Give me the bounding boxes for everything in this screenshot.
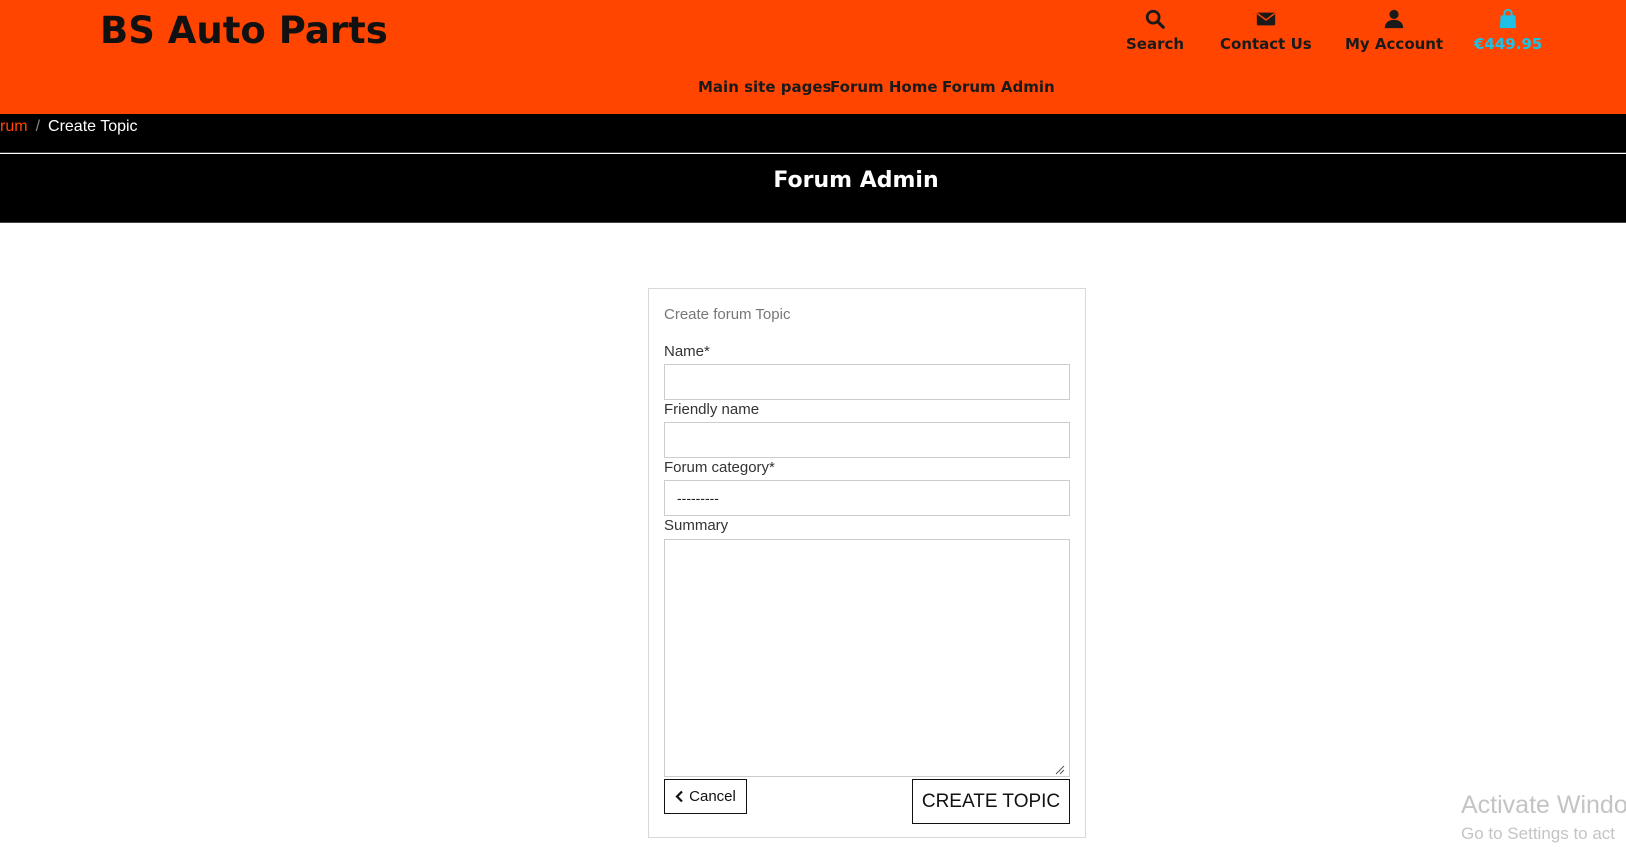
account-link-label: My Account [1345, 35, 1444, 53]
friendly-name-input[interactable] [664, 422, 1070, 458]
contact-link[interactable]: Contact Us [1220, 8, 1312, 53]
contact-link-label: Contact Us [1220, 35, 1312, 53]
chevron-left-icon [675, 790, 683, 803]
windows-activation-watermark: Activate Windo Go to Settings to act [1461, 791, 1626, 844]
envelope-icon [1256, 12, 1276, 26]
search-icon [1145, 9, 1165, 29]
nav-forum-admin[interactable]: Forum Admin [942, 78, 1055, 96]
cancel-button[interactable]: Cancel [664, 779, 747, 814]
nav-label: Main site pages [698, 78, 832, 96]
nav-forum-home[interactable]: Forum Home [830, 78, 938, 96]
account-link[interactable]: My Account [1345, 8, 1443, 53]
form-title: Create forum Topic [664, 306, 791, 323]
create-topic-button[interactable]: CREATE TOPIC [912, 779, 1070, 824]
watermark-line-1: Activate Windo [1461, 791, 1626, 819]
create-topic-form: Create forum Topic Name* Friendly name F… [648, 288, 1086, 838]
site-header: BS Auto Parts Search Contact Us My Accou… [0, 0, 1626, 114]
name-label: Name* [664, 343, 710, 360]
cart-total: €449.95 [1474, 35, 1543, 53]
name-input[interactable] [664, 364, 1070, 400]
cancel-button-label: Cancel [689, 788, 736, 805]
summary-textarea[interactable] [664, 539, 1070, 777]
page-title: Forum Admin [773, 168, 939, 193]
user-icon [1384, 9, 1404, 29]
watermark-line-2: Go to Settings to act [1461, 824, 1616, 843]
friendly-name-label: Friendly name [664, 401, 760, 418]
summary-label: Summary [664, 517, 729, 534]
search-link[interactable]: Search [1126, 8, 1184, 53]
cart-link[interactable]: €449.95 [1474, 8, 1542, 53]
nav-main-site-pages[interactable]: Main site pages [698, 78, 831, 96]
breadcrumb-separator: / [35, 118, 41, 135]
nav-label: Forum Home [830, 78, 938, 96]
nav-label: Forum Admin [942, 78, 1055, 96]
breadcrumb-current: Create Topic [48, 118, 138, 135]
forum-category-select[interactable]: --------- [664, 480, 1070, 516]
shopping-bag-icon [1499, 8, 1517, 29]
breadcrumb: rum / Create Topic [0, 114, 1626, 153]
title-divider [0, 222, 1626, 223]
forum-category-label: Forum category* [664, 459, 775, 476]
breadcrumb-forum-link[interactable]: rum [0, 118, 28, 135]
search-link-label: Search [1126, 35, 1185, 53]
site-logo[interactable]: BS Auto Parts [100, 9, 388, 52]
resize-grip-icon[interactable] [1055, 765, 1065, 775]
page-title-bar: Forum Admin [0, 154, 1626, 223]
